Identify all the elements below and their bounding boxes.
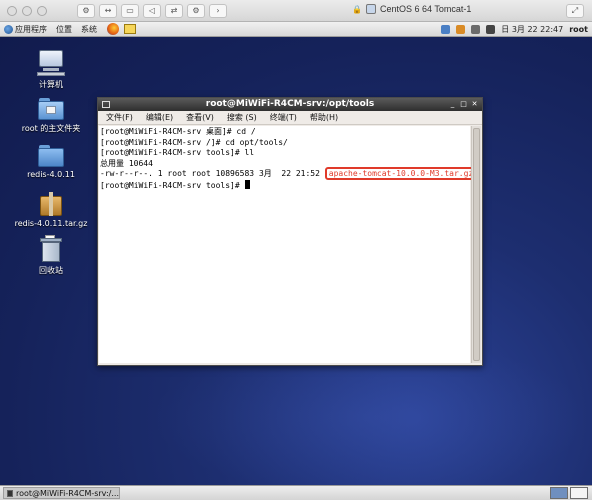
close-icon[interactable]: ✕ [470,100,479,108]
desktop-icon-label: redis-4.0.11 [27,170,75,179]
terminal-prompt-line: [root@MiWiFi-R4CM-srv tools]# [100,179,469,191]
firefox-icon[interactable] [107,23,119,35]
maximize-icon[interactable]: □ [459,100,468,108]
terminal-line: [root@MiWiFi-R4CM-srv tools]# ll [100,148,255,158]
zoom-window-button[interactable] [37,5,47,16]
archive-icon [40,192,62,216]
bluetooth-icon[interactable] [471,25,481,34]
settings-icon[interactable]: ⚙ [187,3,205,18]
resize-icon[interactable]: ↔ [99,3,117,18]
panel-menus: 应用程序 位置 系统 [4,24,97,35]
terminal-window-controls: _ □ ✕ [448,100,479,108]
panel-user[interactable]: root [569,25,588,34]
terminal-title: root@MiWiFi-R4CM-srv:/opt/tools [205,99,375,109]
lock-icon: 🔒 [352,4,362,14]
terminal-icon [7,489,13,497]
menu-places[interactable]: 位置 [56,24,72,35]
desktop-icon-computer[interactable]: 计算机 [11,50,91,90]
home-folder-icon [38,98,64,120]
network-icon[interactable] [441,25,451,34]
workspace-1[interactable] [550,487,568,499]
terminal-prompt: [root@MiWiFi-R4CM-srv tools]# [100,180,245,190]
menu-applications[interactable]: 应用程序 [4,24,47,35]
taskbar-window-label: root@MiWiFi-R4CM-srv:/... [15,488,119,498]
panel-launchers [107,23,136,35]
gnome-foot-icon [4,24,13,34]
menu-terminal[interactable]: 终端(T) [270,112,297,123]
desktop-icon-home[interactable]: root 的主文件夹 [11,98,91,134]
minimize-icon[interactable]: _ [448,100,457,108]
vm-icon [365,4,376,14]
terminal-line: [root@MiWiFi-R4CM-srv /]# cd opt/tools/ [100,137,288,147]
vm-toolbar: ⚙ ↔ ▭ ◁ ⇄ ⚙ › [77,3,227,18]
wrench-icon[interactable]: ⚙ [77,3,95,18]
notes-icon[interactable] [124,24,136,34]
close-window-button[interactable] [7,5,17,16]
terminal-scrollbar[interactable] [471,126,481,363]
listing-details: -rw-r--r--. 1 root root 10896583 3月 22 2… [100,169,325,179]
scrollbar-thumb[interactable] [473,128,480,361]
menu-edit[interactable]: 编辑(E) [146,112,173,123]
workspace-2[interactable] [570,487,588,499]
minimize-window-button[interactable] [22,5,32,16]
chevron-icon[interactable]: › [209,3,227,18]
desktop-icon-label: redis-4.0.11.tar.gz [14,219,88,228]
desktop-icon-redis-archive[interactable]: redis-4.0.11.tar.gz [11,192,91,228]
terminal-line: [root@MiWiFi-R4CM-srv 桌面]# cd / [100,127,256,136]
bottom-panel: root@MiWiFi-R4CM-srv:/... [0,485,592,500]
menu-help[interactable]: 帮助(H) [310,112,338,123]
gnome-top-panel: 应用程序 位置 系统 日 3月 22 22:47 root [0,22,592,37]
vm-right-controls: ⤢ [566,4,584,18]
speaker-icon[interactable]: ◁ [143,3,161,18]
desktop-icon-label: root 的主文件夹 [21,124,81,133]
menu-search[interactable]: 搜索 (S) [227,112,257,123]
window-controls [7,5,47,16]
usb-icon[interactable]: ⇄ [165,3,183,18]
terminal-window[interactable]: root@MiWiFi-R4CM-srv:/opt/tools _ □ ✕ 文件… [97,97,483,366]
menu-file[interactable]: 文件(F) [106,112,133,123]
text-cursor [244,179,250,189]
vm-window-titlebar: ⚙ ↔ ▭ ◁ ⇄ ⚙ › 🔒 CentOS 6 64 Tomcat-1 ⤢ [0,0,592,22]
highlighted-filename: apache-tomcat-10.0.0-M3.tar.gz [324,167,478,181]
taskbar-window-button[interactable]: root@MiWiFi-R4CM-srv:/... [3,487,120,499]
computer-icon [37,50,65,76]
terminal-titlebar[interactable]: root@MiWiFi-R4CM-srv:/opt/tools _ □ ✕ [98,98,482,111]
menu-system[interactable]: 系统 [81,24,97,35]
trash-icon [40,235,62,262]
desktop-icon-label: 计算机 [39,80,63,89]
volume-icon[interactable] [486,25,496,34]
disk-icon[interactable]: ▭ [121,3,139,18]
expand-icon[interactable]: ⤢ [566,4,584,18]
vm-window-title: 🔒 CentOS 6 64 Tomcat-1 [352,4,472,14]
terminal-menubar: 文件(F) 编辑(E) 查看(V) 搜索 (S) 终端(T) 帮助(H) [98,111,482,125]
terminal-listing-line: -rw-r--r--. 1 root root 10896583 3月 22 2… [100,167,478,181]
desktop-icon-trash[interactable]: 回收站 [11,235,91,276]
panel-clock[interactable]: 日 3月 22 22:47 [501,24,563,35]
folder-icon [38,145,64,167]
system-tray: 日 3月 22 22:47 root [441,22,588,37]
terminal-output[interactable]: [root@MiWiFi-R4CM-srv 桌面]# cd / [root@Mi… [99,126,478,363]
desktop-icon-redis-folder[interactable]: redis-4.0.11 [11,145,91,179]
workspace-switcher [550,487,588,499]
desktop-icon-label: 回收站 [39,266,63,275]
update-icon[interactable] [456,25,466,34]
menu-view[interactable]: 查看(V) [186,112,214,123]
